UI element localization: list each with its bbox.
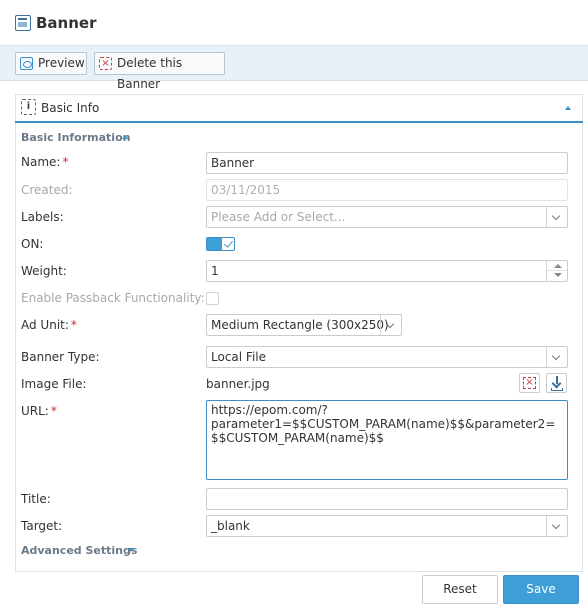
weight-label: Weight: [21,264,67,278]
toolbar [0,46,588,81]
reset-button[interactable]: Reset [422,575,498,604]
weight-stepper[interactable]: 1 [206,260,568,282]
preview-icon [20,57,33,70]
name-value: Banner [211,156,255,170]
collapse-caret-icon[interactable] [565,106,571,110]
created-value: 03/11/2015 [211,183,281,197]
created-label: Created: [21,183,73,197]
labels-label: Labels: [21,210,64,224]
chevron-down-icon[interactable] [380,315,401,335]
decrement-icon[interactable] [554,273,562,277]
chevron-down-icon[interactable] [546,347,567,367]
section-advanced-settings[interactable]: Advanced Settings [21,544,137,557]
labels-select[interactable]: Please Add or Select... [206,206,568,228]
remove-file-button[interactable]: × [519,373,540,393]
close-icon: × [523,377,536,389]
panel-header[interactable] [15,94,583,123]
stepper-buttons[interactable] [546,261,567,281]
banner-type-value: Local File [211,350,266,364]
info-icon: i [21,99,36,115]
passback-label: Enable Passback Functionality: [21,291,205,305]
page-title: Banner [36,14,97,32]
section-advanced-caret-icon[interactable] [128,548,134,552]
ad-unit-select[interactable]: Medium Rectangle (300x250) [206,314,402,336]
passback-checkbox[interactable] [206,292,219,305]
banner-type-label: Banner Type: [21,350,100,364]
banner-type-select[interactable]: Local File [206,346,568,368]
banner-icon [15,15,31,31]
section-basic-caret-icon[interactable] [122,135,128,139]
save-button[interactable]: Save [503,575,579,604]
delete-label: Delete this Banner [117,56,183,91]
panel-title: Basic Info [41,101,100,115]
preview-label: Preview [38,56,85,70]
chevron-down-icon[interactable] [546,516,567,536]
increment-icon[interactable] [554,264,562,268]
download-file-button[interactable] [546,373,567,393]
name-input[interactable]: Banner [206,152,568,174]
section-basic-information[interactable]: Basic Information [21,131,130,144]
chevron-down-icon[interactable] [546,207,567,227]
target-label: Target: [21,519,63,533]
url-textarea[interactable]: https://epom.com/? parameter1=$$CUSTOM_P… [206,400,568,480]
toggle-on-fill [207,238,222,250]
ad-unit-label: Ad Unit: * [21,318,77,332]
delete-banner-button[interactable]: × Delete this Banner [94,52,225,91]
on-toggle[interactable] [206,237,235,251]
on-label: ON: [21,237,44,251]
target-select[interactable]: _blank [206,515,568,537]
labels-placeholder: Please Add or Select... [211,210,346,224]
created-field: 03/11/2015 [206,179,568,201]
image-file-label: Image File: [21,377,87,391]
section-advanced-label: Advanced Settings [21,544,138,557]
title-label: Title: [21,492,51,506]
url-label: URL: * [21,404,57,418]
ad-unit-value: Medium Rectangle (300x250) [211,318,389,332]
image-file-name: banner.jpg [206,377,270,391]
weight-value: 1 [211,264,219,278]
target-value: _blank [211,519,250,533]
section-basic-label: Basic Information [21,131,131,144]
delete-icon: × [99,57,112,70]
title-input[interactable] [206,488,568,510]
name-label: Name: * [21,155,69,169]
preview-button[interactable]: Preview [15,52,87,75]
check-icon [224,238,233,248]
